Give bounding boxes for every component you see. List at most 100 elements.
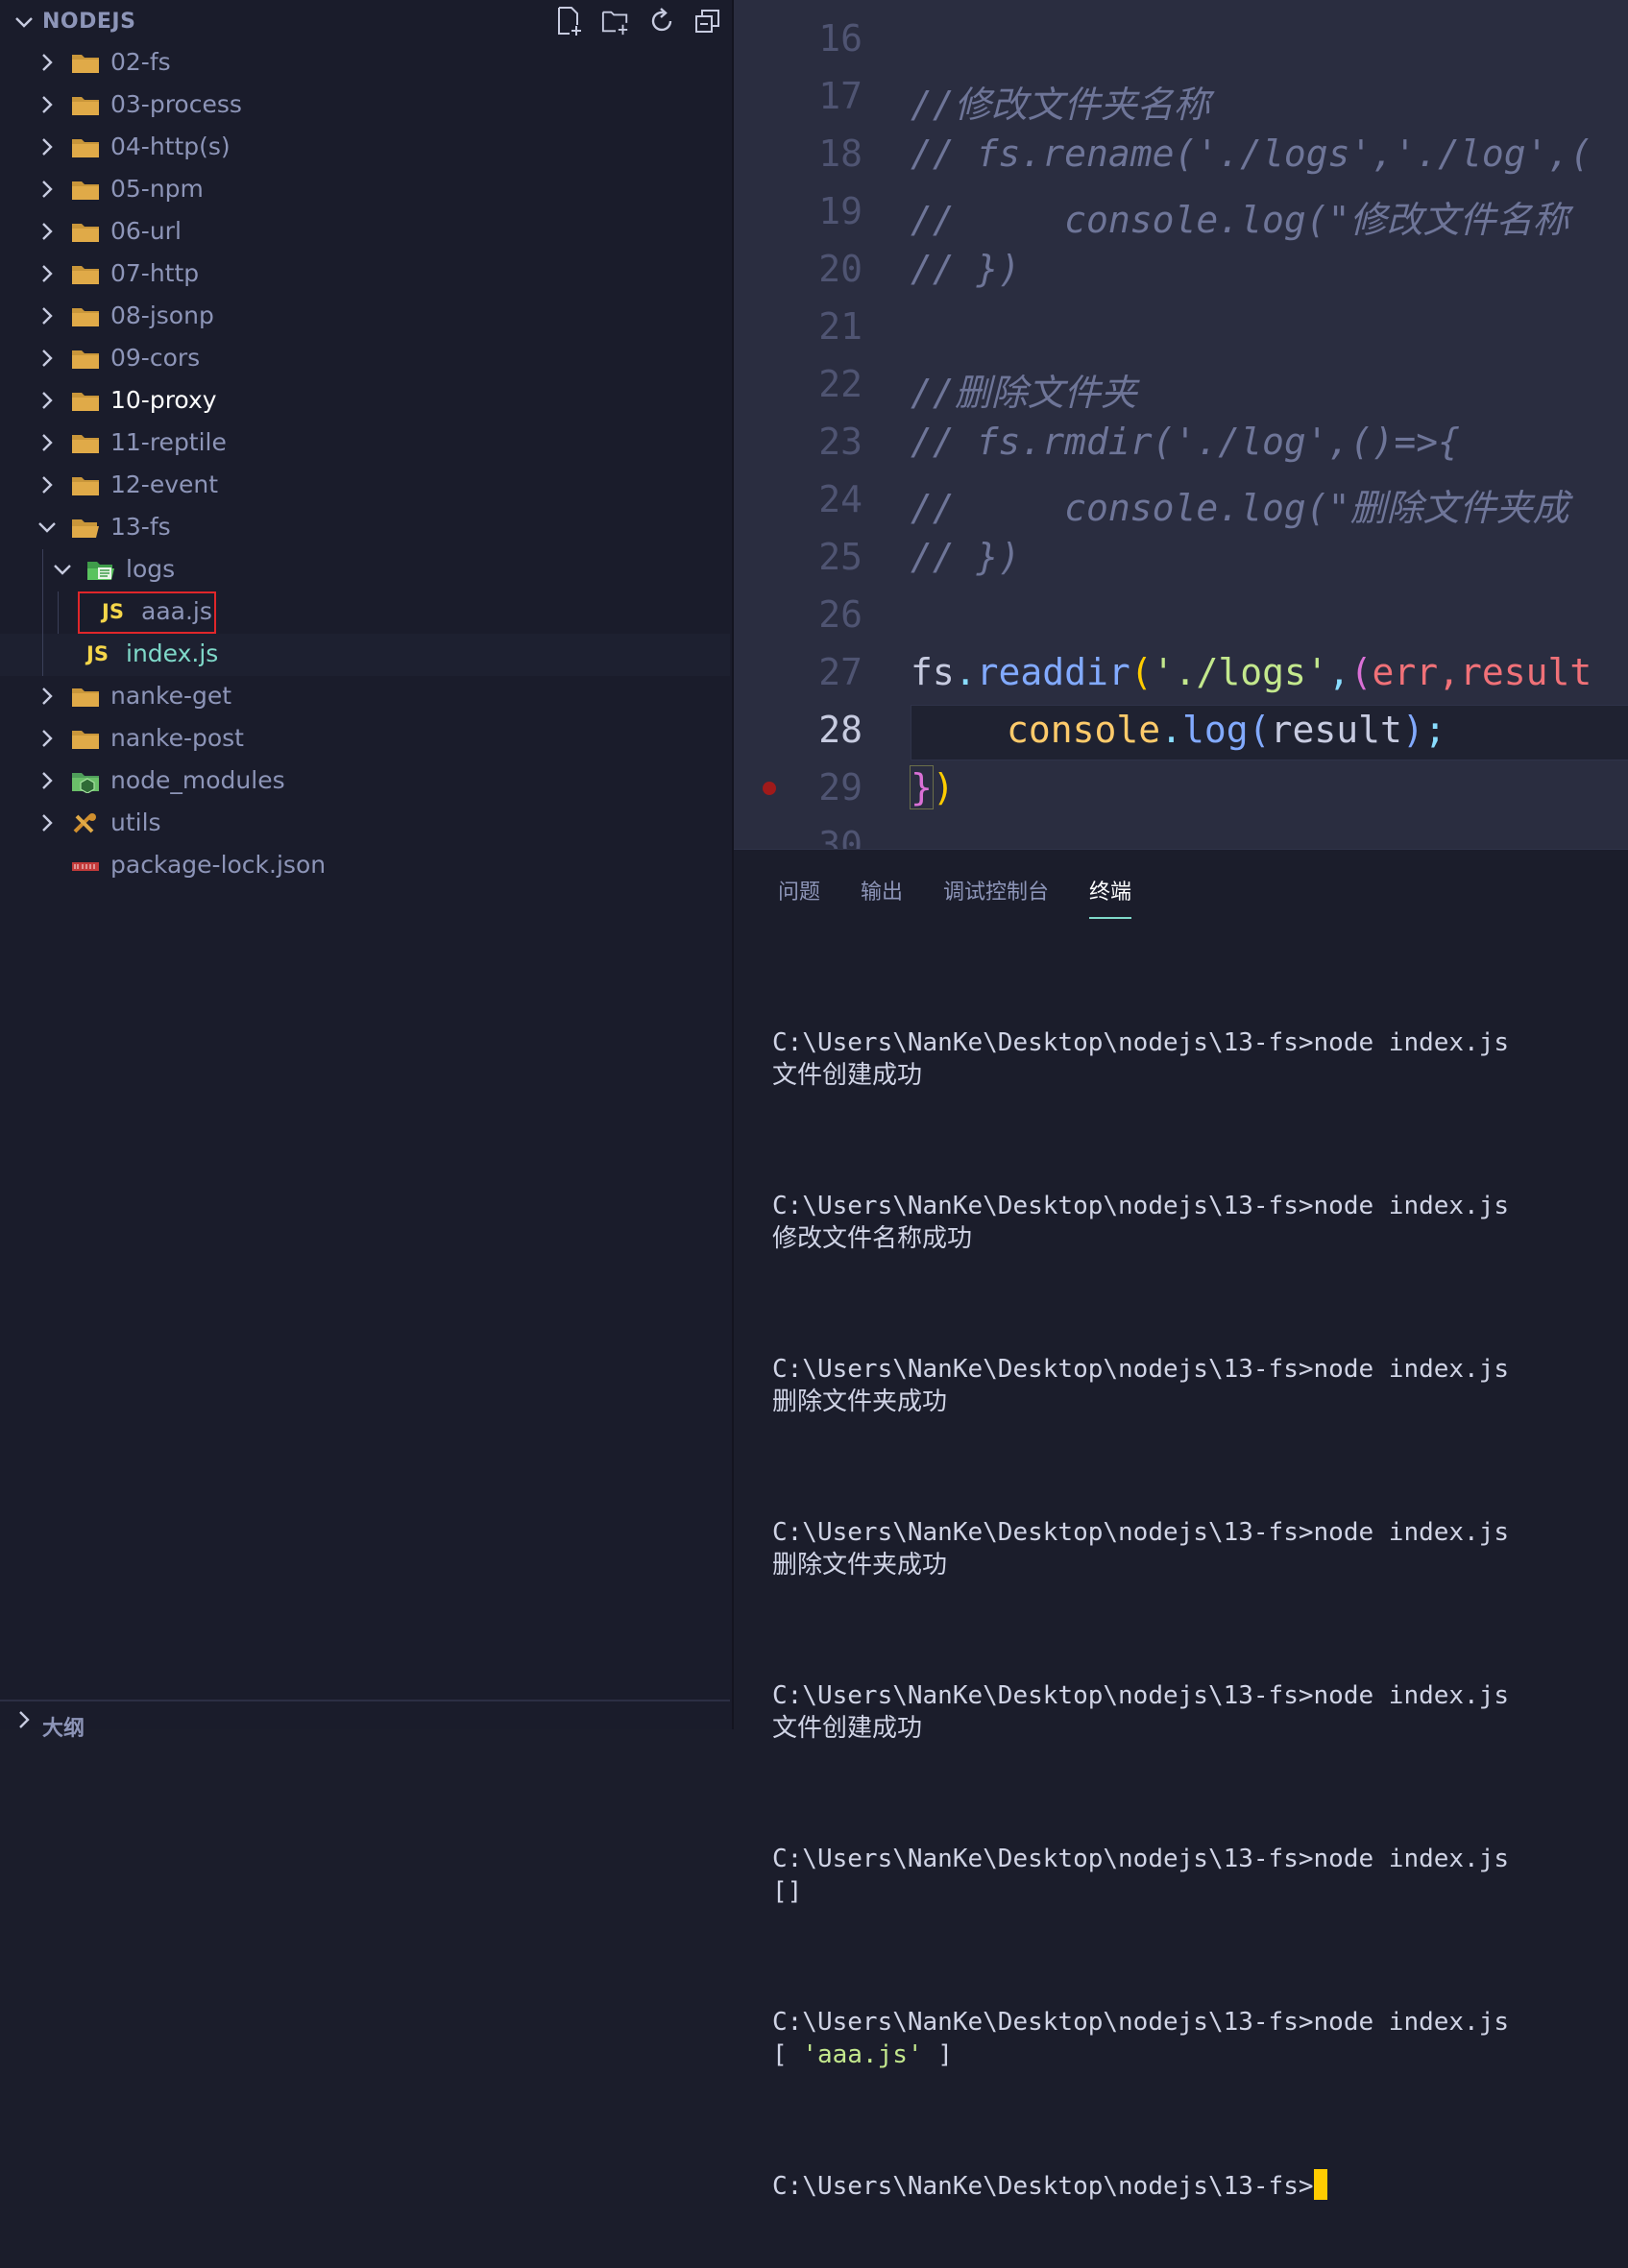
terminal-output-line: 修改文件名称成功: [772, 1224, 973, 1253]
chevron-right-icon[interactable]: [36, 432, 58, 453]
chevron-down-icon[interactable]: [52, 559, 73, 580]
chevron-right-icon[interactable]: [36, 136, 58, 157]
chevron-right-icon[interactable]: [36, 221, 58, 242]
code-editor[interactable]: 16 17 18 19 20 21 22 23 24 25 26 27 28 2…: [734, 0, 1628, 849]
token-paren: ): [1401, 709, 1424, 751]
tree-item-12-event[interactable]: 12-event: [0, 465, 730, 507]
line-number-current: 28: [818, 709, 863, 751]
tree-item-08-jsonp[interactable]: 08-jsonp: [0, 296, 730, 338]
refresh-icon[interactable]: [647, 6, 676, 36]
chevron-right-icon[interactable]: [36, 812, 58, 833]
terminal-command: C:\Users\NanKe\Desktop\nodejs\13-fs>node…: [772, 1681, 1510, 1710]
line-number: 30: [818, 824, 863, 849]
chevron-right-icon[interactable]: [36, 770, 58, 791]
new-file-icon[interactable]: [555, 6, 584, 36]
chevron-right-icon[interactable]: [36, 94, 58, 115]
indent-guide: [42, 591, 43, 634]
new-folder-icon[interactable]: [601, 6, 630, 36]
chevron-down-icon[interactable]: [13, 12, 35, 33]
terminal-output-line: 删除文件夹成功: [772, 1551, 948, 1580]
token-object: console: [1007, 709, 1161, 751]
tree-item-label: 02-fs: [110, 48, 171, 76]
line-number: 17: [818, 75, 863, 117]
tree-item-nanke-get[interactable]: nanke-get: [0, 676, 730, 718]
folder-icon: [72, 139, 99, 157]
chevron-down-icon[interactable]: [36, 517, 58, 538]
chevron-right-icon[interactable]: [36, 263, 58, 284]
terminal-command: C:\Users\NanKe\Desktop\nodejs\13-fs>node…: [772, 1845, 1510, 1873]
tree-item-10-proxy[interactable]: 10-proxy: [0, 380, 730, 422]
chevron-right-icon[interactable]: [36, 52, 58, 73]
tab-output[interactable]: 输出: [861, 875, 903, 919]
tree-item-label: utils: [110, 808, 161, 836]
line-number: 26: [818, 593, 863, 636]
tree-item-11-reptile[interactable]: 11-reptile: [0, 422, 730, 465]
terminal-output[interactable]: C:\Users\NanKe\Desktop\nodejs\13-fs>node…: [772, 961, 1509, 2268]
line-number: 22: [818, 363, 863, 405]
tab-problems[interactable]: 问题: [778, 875, 820, 919]
tree-item-09-cors[interactable]: 09-cors: [0, 338, 730, 380]
tree-item-07-http[interactable]: 07-http: [0, 253, 730, 296]
tree-item-13-fs[interactable]: 13-fs: [0, 507, 730, 549]
tab-debug-console[interactable]: 调试控制台: [943, 875, 1049, 919]
token-semicolon: ;: [1423, 709, 1446, 751]
code-line-22: //删除文件夹: [911, 372, 1137, 414]
line-number: 21: [818, 305, 863, 348]
chevron-right-icon[interactable]: [36, 305, 58, 326]
tree-item-logs[interactable]: logs: [0, 549, 730, 591]
tree-item-index-js[interactable]: JS index.js: [0, 634, 730, 676]
tree-item-package-lock-json[interactable]: package-lock.json: [0, 845, 730, 887]
tree-item-label: 04-http(s): [110, 133, 231, 160]
indent-guide: [42, 634, 43, 676]
tree-item-nanke-post[interactable]: nanke-post: [0, 718, 730, 760]
chevron-right-icon[interactable]: [36, 474, 58, 495]
tab-terminal[interactable]: 终端: [1089, 875, 1132, 919]
explorer-header[interactable]: NODEJS: [0, 0, 732, 44]
tree-item-02-fs[interactable]: 02-fs: [0, 42, 730, 84]
terminal-prompt: C:\Users\NanKe\Desktop\nodejs\13-fs>: [772, 2172, 1314, 2201]
tree-item-node-modules[interactable]: node_modules: [0, 760, 730, 803]
tree-item-label: 09-cors: [110, 344, 201, 372]
token-arg: result: [1270, 709, 1402, 751]
tree-item-03-process[interactable]: 03-process: [0, 84, 730, 127]
js-file-icon: JS: [86, 642, 109, 665]
tree-item-04-https[interactable]: 04-http(s): [0, 127, 730, 169]
array-open: [: [772, 2040, 803, 2069]
explorer-title: NODEJS: [42, 10, 136, 34]
chevron-right-icon[interactable]: [36, 728, 58, 749]
chevron-right-icon[interactable]: [36, 390, 58, 411]
collapse-all-icon[interactable]: [693, 6, 722, 36]
code-line-25: // }): [911, 536, 1021, 578]
token-function: readdir: [976, 651, 1130, 693]
terminal-command: C:\Users\NanKe\Desktop\nodejs\13-fs>node…: [772, 1192, 1510, 1220]
folder-icon: [72, 393, 99, 411]
chevron-right-icon[interactable]: [36, 348, 58, 369]
line-number: 24: [818, 478, 863, 520]
code-line-20: // }): [911, 248, 1021, 290]
folder-open-icon: [72, 519, 99, 538]
tree-item-label: 13-fs: [110, 513, 171, 541]
file-tree: 02-fs 03-process 04-http(s) 05-npm 06-ur: [0, 42, 730, 887]
code-line-24: // console.log("删除文件夹成: [911, 487, 1569, 529]
outline-section[interactable]: 大纲: [0, 1700, 730, 1741]
tree-item-06-url[interactable]: 06-url: [0, 211, 730, 253]
terminal-block: C:\Users\NanKe\Desktop\nodejs\13-fs>node…: [772, 1843, 1509, 1908]
code-line-23: // fs.rmdir('./log',()=>{: [911, 421, 1460, 463]
code-line-29: }): [910, 765, 955, 809]
code-line-27: fs.readdir('./logs',(err,result: [911, 651, 1592, 693]
folder-icon: [72, 224, 99, 242]
chevron-right-icon[interactable]: [13, 1709, 35, 1730]
terminal-cursor: [1313, 2169, 1327, 2200]
terminal-block: C:\Users\NanKe\Desktop\nodejs\13-fs>node…: [772, 1679, 1509, 1745]
tree-item-label: package-lock.json: [110, 851, 327, 879]
terminal-string: 'aaa.js': [802, 2040, 923, 2069]
code-line-18: // fs.rename('./logs','./log',(: [911, 133, 1592, 175]
chevron-right-icon[interactable]: [36, 179, 58, 200]
panel-tabs: 问题 输出 调试控制台 终端: [778, 875, 1132, 919]
tree-item-utils[interactable]: utils: [0, 803, 730, 845]
chevron-right-icon[interactable]: [36, 686, 58, 707]
tree-item-05-npm[interactable]: 05-npm: [0, 169, 730, 211]
tree-item-label: nanke-get: [110, 682, 232, 710]
terminal-prompt-line[interactable]: C:\Users\NanKe\Desktop\nodejs\13-fs>: [772, 2169, 1509, 2203]
token-params: err,result: [1372, 651, 1592, 693]
